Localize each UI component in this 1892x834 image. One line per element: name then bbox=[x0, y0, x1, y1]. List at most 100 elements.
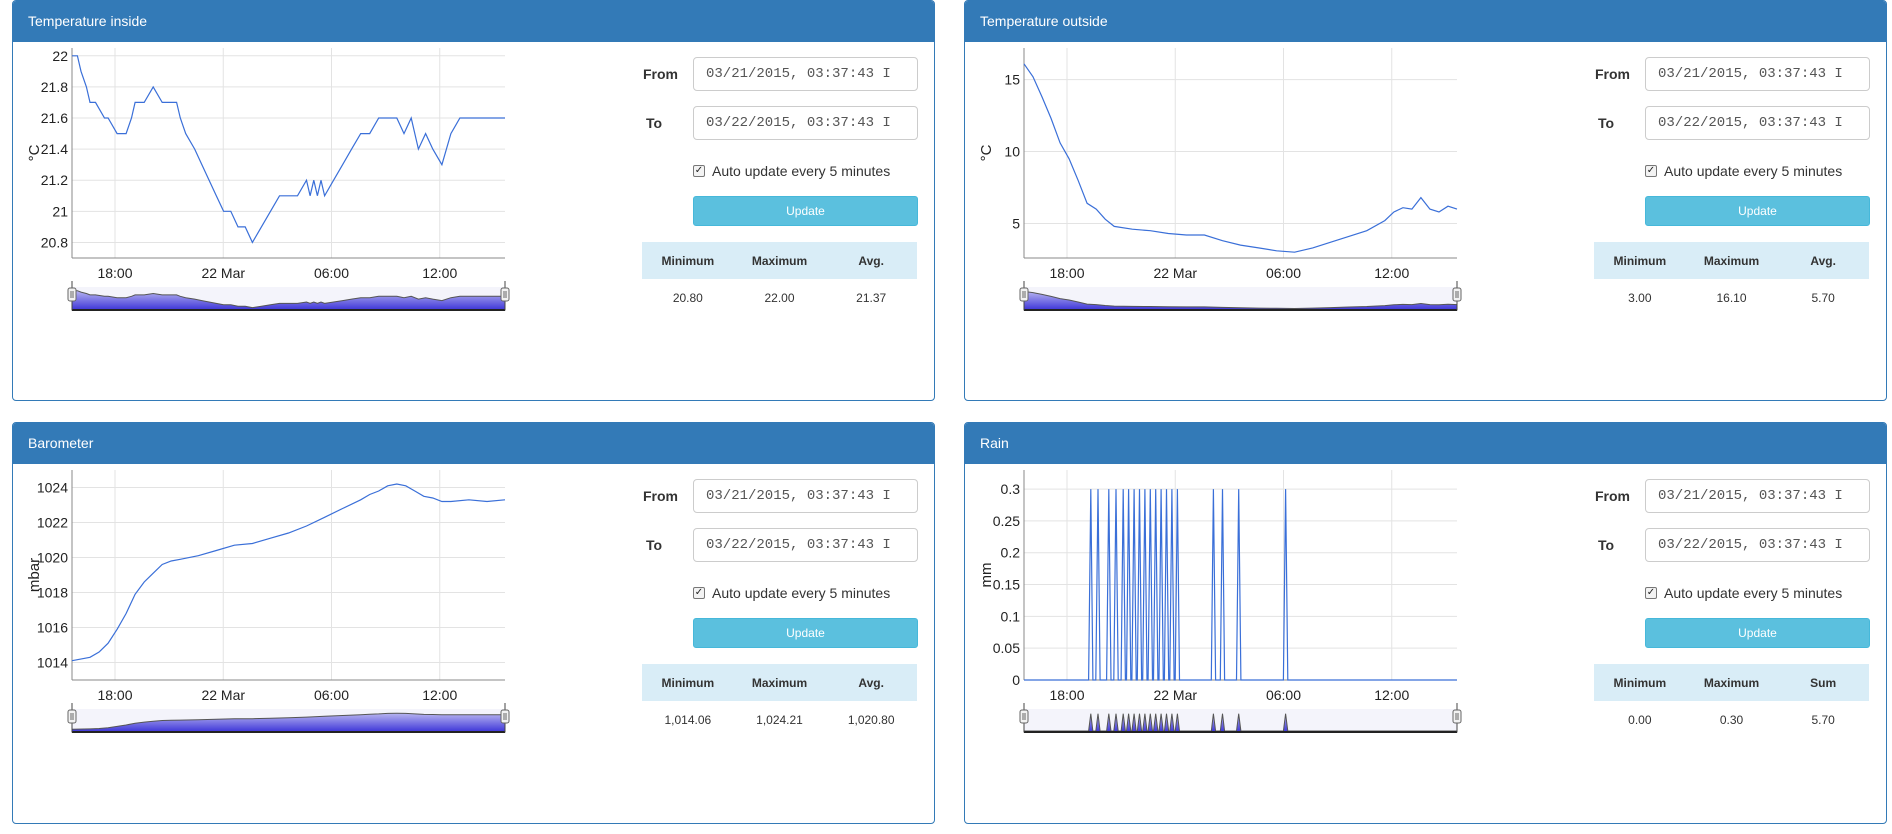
rain-chart[interactable]: 18:00 22 Mar 06:00 12:00 0.3 0.25 0.2 0.15 0.1 0.… bbox=[965, 464, 1575, 824]
y-tick-label: 21.2 bbox=[41, 172, 68, 188]
y-tick-label: 0.3 bbox=[1001, 481, 1021, 497]
stats-table: Minimum Maximum Sum 0.00 0.30 5.70 bbox=[1594, 664, 1869, 738]
temperature-inside-chart[interactable]: 18:00 22 Mar 06:00 12:00 22 21.8 21.6 21.4 21.2 2… bbox=[13, 42, 623, 401]
stats-value-avg: 21.37 bbox=[856, 290, 887, 305]
stats-header-min: Minimum bbox=[1613, 253, 1667, 268]
navigator-left-handle[interactable] bbox=[1019, 709, 1029, 724]
y-axis-label: mm bbox=[978, 563, 995, 588]
handle-body bbox=[1452, 287, 1462, 302]
x-tick-label: 18:00 bbox=[1049, 687, 1084, 703]
stats-header-row: Minimum Maximum Avg. bbox=[1594, 242, 1869, 279]
navigator-right-handle[interactable] bbox=[1452, 709, 1462, 724]
from-date-input[interactable]: 03/21/2015, 03:37:43 I bbox=[693, 57, 918, 91]
handle-body bbox=[500, 709, 510, 724]
y-tick-label: 5 bbox=[1012, 215, 1020, 231]
stats-header-min: Minimum bbox=[1613, 675, 1667, 690]
navigator-left-handle[interactable] bbox=[67, 709, 77, 724]
y-axis-label: °C bbox=[26, 144, 43, 161]
y-tick-label: 10 bbox=[1004, 144, 1020, 160]
panel-rain: Rain 18:00 22 Mar 06:00 12:00 0.3 0.25 0.2 0.15… bbox=[964, 422, 1887, 824]
x-tick-label: 18:00 bbox=[97, 265, 132, 281]
stats-header-avg: Avg. bbox=[858, 253, 884, 268]
auto-update-checkbox[interactable]: ✓ bbox=[693, 165, 705, 177]
y-tick-label: 15 bbox=[1004, 72, 1020, 88]
stats-header-min: Minimum bbox=[661, 675, 715, 690]
stats-value-min: 3.00 bbox=[1628, 290, 1652, 305]
y-tick-label: 21.8 bbox=[41, 79, 68, 95]
from-label: From bbox=[643, 66, 678, 82]
navigator-right-handle[interactable] bbox=[500, 709, 510, 724]
auto-update-checkbox[interactable]: ✓ bbox=[693, 587, 705, 599]
stats-header-max: Maximum bbox=[751, 253, 808, 268]
stats-header-avg: Avg. bbox=[1810, 253, 1836, 268]
y-tick-label: 22 bbox=[52, 48, 68, 64]
auto-update-checkbox[interactable]: ✓ bbox=[1645, 587, 1657, 599]
x-tick-label: 18:00 bbox=[1049, 265, 1084, 281]
handle-body bbox=[1019, 709, 1029, 724]
from-date-input[interactable]: 03/21/2015, 03:37:43 I bbox=[693, 479, 918, 513]
auto-update-row[interactable]: ✓ Auto update every 5 minutes bbox=[693, 585, 890, 601]
barometer-chart[interactable]: 18:00 22 Mar 06:00 12:001024102210201018101… bbox=[13, 464, 623, 824]
x-tick-label: 12:00 bbox=[422, 265, 457, 281]
auto-update-checkbox[interactable]: ✓ bbox=[1645, 165, 1657, 177]
stats-header-row: Minimum Maximum Avg. bbox=[642, 242, 917, 279]
stats-value-max: 0.30 bbox=[1719, 712, 1744, 727]
from-date-input[interactable]: 03/21/2015, 03:37:43 I bbox=[1645, 57, 1870, 91]
y-tick-label: 0.1 bbox=[1001, 608, 1021, 624]
panel-barometer: Barometer 18:00 22 Mar 06:00 12:00 1024 1022 1… bbox=[12, 422, 935, 824]
temperature-outside-chart[interactable]: 18:00 22 Mar 06:00 12:00 15 10 5 °C bbox=[965, 42, 1575, 401]
stats-value-max: 16.10 bbox=[1716, 290, 1747, 305]
stats-header-max: Maximum bbox=[751, 675, 808, 690]
x-tick-label: 06:00 bbox=[314, 687, 349, 703]
x-tick-label: 22 Mar bbox=[1153, 265, 1197, 281]
y-axis-label: °C bbox=[978, 144, 995, 161]
stats-value-max: 1,024.21 bbox=[756, 712, 803, 727]
navigator-left-handle[interactable] bbox=[67, 287, 77, 302]
stats-value-min: 20.80 bbox=[672, 290, 703, 305]
stats-header-row: Minimum Maximum Avg. bbox=[642, 664, 917, 701]
to-date-input[interactable]: 03/22/2015, 03:37:43 I bbox=[1645, 106, 1870, 140]
panel-title: Temperature inside bbox=[13, 1, 934, 42]
y-tick-label: 0.15 bbox=[993, 577, 1020, 593]
from-label: From bbox=[643, 488, 678, 504]
update-button[interactable]: Update bbox=[1645, 618, 1870, 648]
auto-update-row[interactable]: ✓ Auto update every 5 minutes bbox=[1645, 163, 1842, 179]
stats-value-min: 1,014.06 bbox=[664, 712, 712, 727]
update-button[interactable]: Update bbox=[693, 618, 918, 648]
auto-update-row[interactable]: ✓ Auto update every 5 minutes bbox=[1645, 585, 1842, 601]
auto-update-row[interactable]: ✓ Auto update every 5 minutes bbox=[693, 163, 890, 179]
auto-update-label: Auto update every 5 minutes bbox=[1664, 163, 1843, 179]
update-button[interactable]: Update bbox=[693, 196, 918, 226]
panel-title: Rain bbox=[965, 423, 1886, 464]
to-date-input[interactable]: 03/22/2015, 03:37:43 I bbox=[693, 528, 918, 562]
x-tick-label: 12:00 bbox=[1374, 687, 1409, 703]
y-tick-label: 1024 bbox=[37, 480, 68, 496]
stats-value-row: 3.00 16.10 5.70 bbox=[1594, 279, 1869, 316]
handle-body bbox=[67, 287, 77, 302]
handle-body bbox=[1019, 287, 1029, 302]
y-tick-label: 21.4 bbox=[41, 141, 68, 157]
auto-update-label: Auto update every 5 minutes bbox=[712, 585, 891, 601]
x-tick-label: 18:00 bbox=[97, 687, 132, 703]
from-date-input[interactable]: 03/21/2015, 03:37:43 I bbox=[1645, 479, 1870, 513]
stats-table: Minimum Maximum Avg. 20.80 22.00 21.37 bbox=[642, 242, 917, 316]
panel-temperature-outside: Temperature outside 18:00 22 Mar 06:00 12:0… bbox=[964, 0, 1887, 401]
stats-value-row: 20.80 22.00 21.37 bbox=[642, 279, 917, 316]
update-button[interactable]: Update bbox=[1645, 196, 1870, 226]
to-date-input[interactable]: 03/22/2015, 03:37:43 I bbox=[1645, 528, 1870, 562]
stats-header-min: Minimum bbox=[661, 253, 715, 268]
panel-title: Temperature outside bbox=[965, 1, 1886, 42]
stats-header-row: Minimum Maximum Sum bbox=[1594, 664, 1869, 701]
navigator-right-handle[interactable] bbox=[1452, 287, 1462, 302]
x-tick-label: 12:00 bbox=[1374, 265, 1409, 281]
y-tick-label: 0 bbox=[1012, 672, 1020, 688]
from-label: From bbox=[1595, 488, 1630, 504]
x-tick-label: 22 Mar bbox=[201, 265, 245, 281]
y-tick-label: 20.8 bbox=[41, 234, 68, 250]
to-label: To bbox=[1598, 115, 1615, 131]
navigator-right-handle[interactable] bbox=[500, 287, 510, 302]
navigator-left-handle[interactable] bbox=[1019, 287, 1029, 302]
handle-body bbox=[500, 287, 510, 302]
to-date-input[interactable]: 03/22/2015, 03:37:43 I bbox=[693, 106, 918, 140]
handle-body bbox=[1452, 709, 1462, 724]
